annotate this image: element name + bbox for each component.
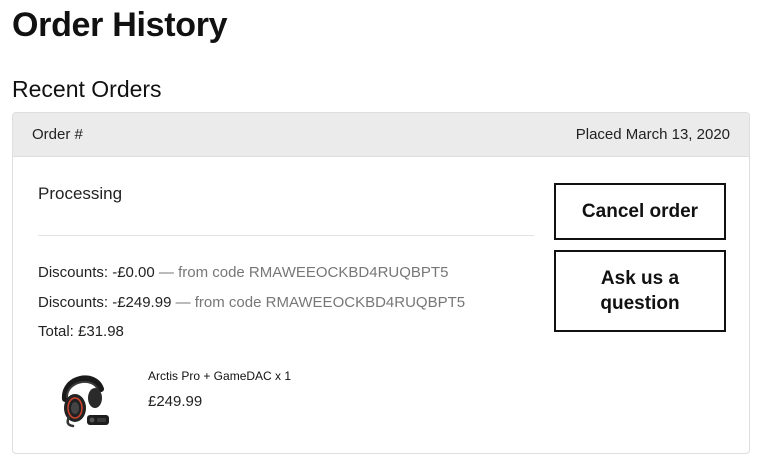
discount-code: — from code RMAWEEOCKBD4RUQBPT5 xyxy=(158,264,449,281)
cancel-order-button[interactable]: Cancel order xyxy=(554,183,726,240)
product-price: £249.99 xyxy=(148,393,203,410)
discount-line: Discounts: -£249.99 — from code RMAWEEOC… xyxy=(38,294,465,311)
order-status: Processing xyxy=(38,184,123,203)
discount-amount: Discounts: -£0.00 xyxy=(38,264,155,281)
headset-icon[interactable] xyxy=(51,365,115,429)
discount-line: Discounts: -£0.00 — from code RMAWEEOCKB… xyxy=(38,264,448,281)
page-title: Order History xyxy=(12,6,228,44)
discount-code: — from code RMAWEEOCKBD4RUQBPT5 xyxy=(175,294,466,311)
section-title: Recent Orders xyxy=(12,76,162,102)
ask-question-button[interactable]: Ask us a question xyxy=(554,250,726,332)
divider xyxy=(38,235,534,236)
order-header: Order # Placed March 13, 2020 xyxy=(13,113,749,157)
order-number-label: Order # xyxy=(32,126,83,143)
discount-amount: Discounts: -£249.99 xyxy=(38,294,172,311)
order-placed-date: Placed March 13, 2020 xyxy=(575,126,730,143)
order-card: Order # Placed March 13, 2020 Processing… xyxy=(12,112,750,454)
product-name[interactable]: Arctis Pro + GameDAC x 1 xyxy=(148,369,291,383)
order-total: Total: £31.98 xyxy=(38,323,124,340)
